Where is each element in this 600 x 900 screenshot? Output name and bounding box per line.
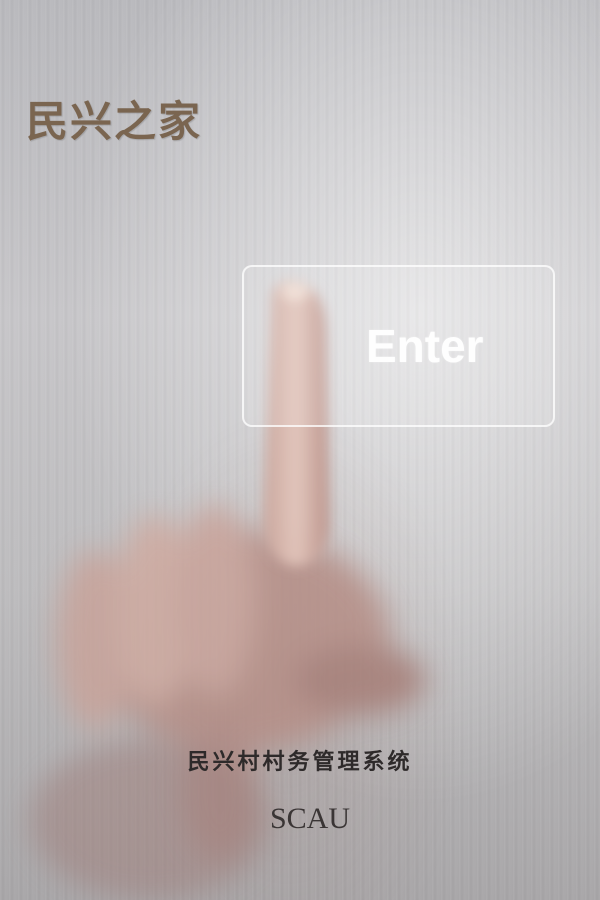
- app-title: 民兴之家: [26, 97, 203, 146]
- organization-label: SCAU: [269, 802, 351, 835]
- system-name: 民兴村村务管理系统: [187, 749, 413, 775]
- enter-button-label: Enter: [366, 320, 484, 372]
- enter-button[interactable]: Enter: [242, 265, 555, 427]
